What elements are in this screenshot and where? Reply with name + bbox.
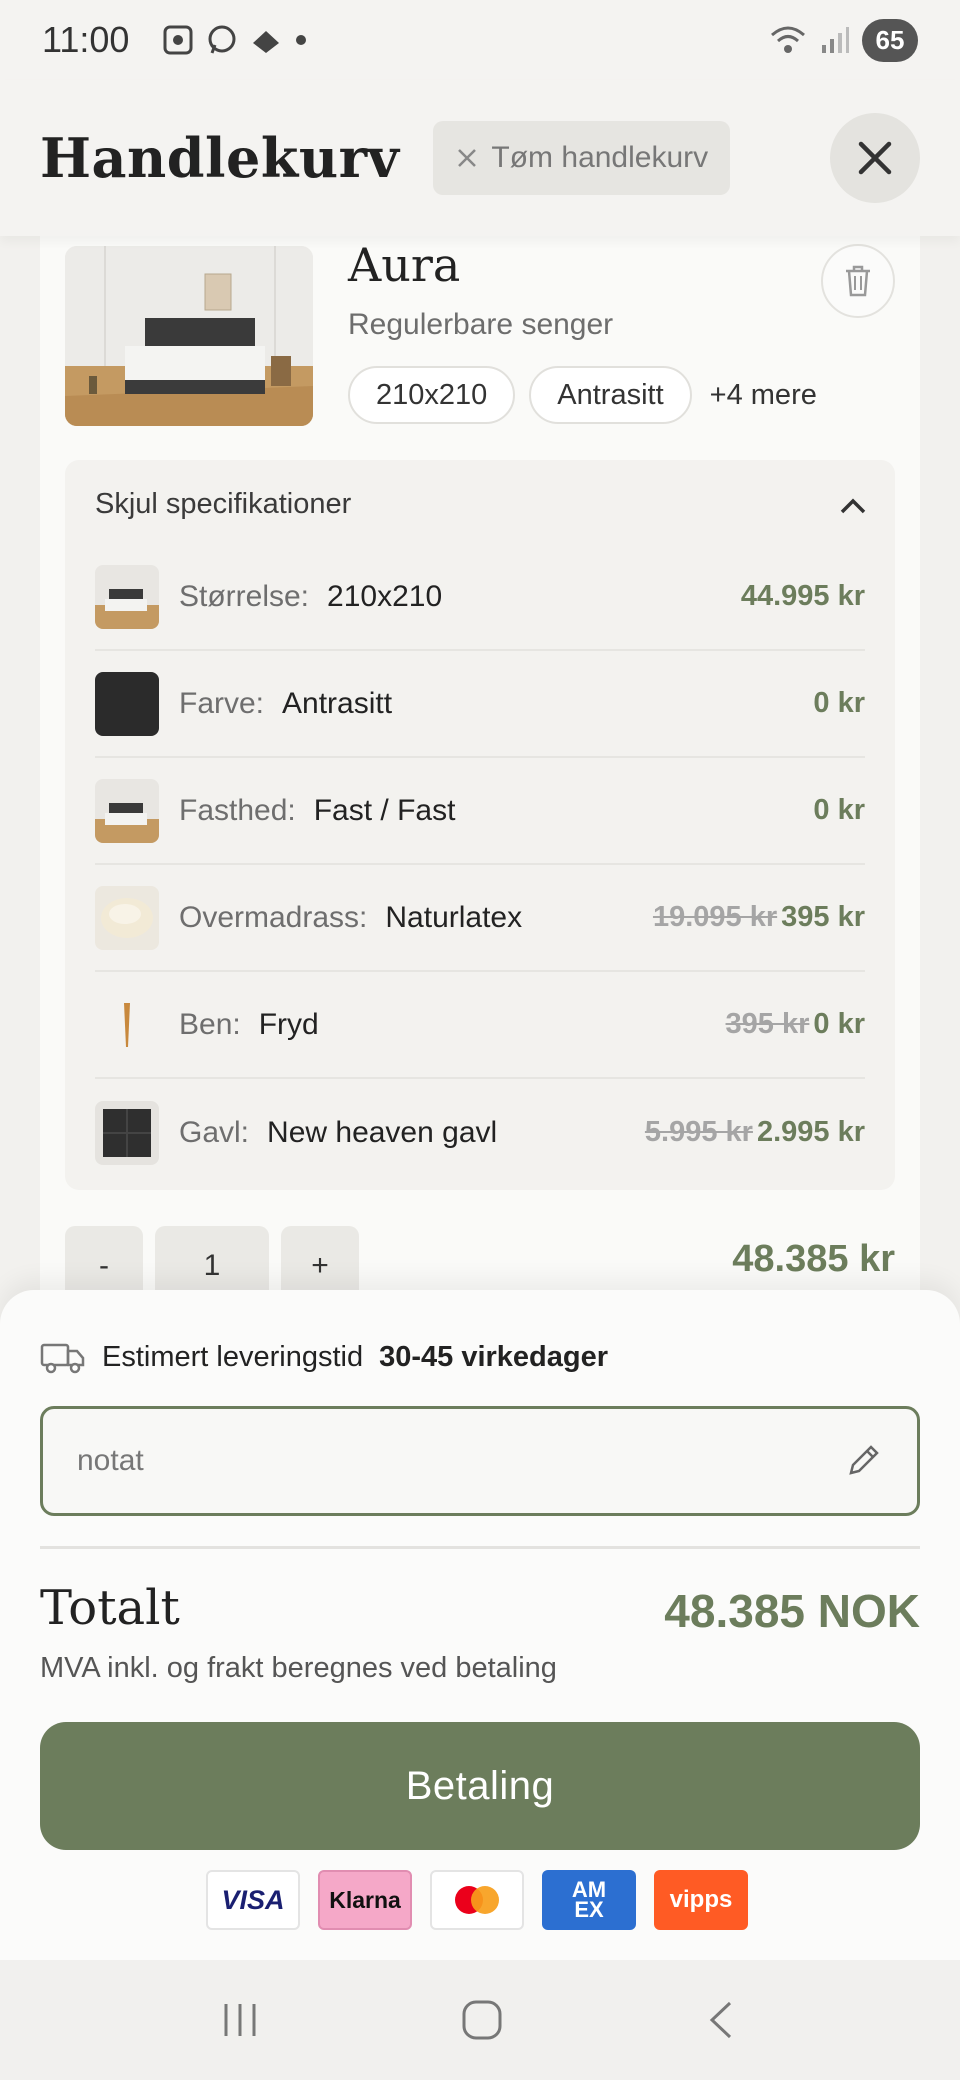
spec-label: Ben:: [179, 1007, 241, 1041]
specifications-panel: Skjul specifikationer Størrelse: 210x210…: [65, 460, 895, 1190]
cart-scroll-area[interactable]: Aura Regulerbare senger 210x210 Antrasit…: [0, 236, 960, 1290]
spec-row-topper: Overmadrass: Naturlatex 19.095 kr 395 kr: [95, 865, 865, 972]
spec-value: Fast / Fast: [313, 793, 456, 827]
clear-cart-label: Tøm handlekurv: [491, 141, 709, 174]
spec-label: Overmadrass:: [179, 900, 368, 934]
checkout-button[interactable]: Betaling: [40, 1722, 920, 1850]
app-icon: [253, 31, 280, 53]
spec-price: 19.095 kr 395 kr: [653, 901, 865, 934]
spec-row-color: Farve: Antrasitt 0 kr: [95, 651, 865, 758]
spec-price: 44.995 kr: [741, 580, 865, 613]
amex-line-2: EX: [574, 1897, 604, 1922]
product-option-chips: 210x210 Antrasitt +4 mere: [348, 366, 817, 424]
spec-value: Naturlatex: [385, 900, 523, 934]
spec-price: 0 kr: [813, 794, 865, 827]
whatsapp-icon: [208, 25, 236, 54]
pencil-icon[interactable]: [843, 1441, 883, 1481]
quantity-value[interactable]: 1: [155, 1226, 269, 1290]
spec-row-headboard: Gavl: New heaven gavl 5.995 kr 2.995 kr: [95, 1079, 865, 1186]
spec-value: 210x210: [327, 579, 443, 613]
chevron-up-icon[interactable]: [839, 496, 867, 516]
checkout-sheet: Estimert leveringstid 30-45 virkedager T…: [0, 1290, 960, 1960]
dot-icon: [296, 35, 307, 45]
spec-price: 5.995 kr 2.995 kr: [645, 1116, 865, 1149]
spec-current-price: 2.995 kr: [756, 1116, 865, 1148]
decrease-quantity-button[interactable]: -: [65, 1226, 143, 1290]
remove-item-button[interactable]: [821, 244, 895, 318]
delivery-time: 30-45 virkedager: [379, 1340, 609, 1373]
spec-price: 0 kr: [813, 687, 865, 720]
cart-header: Handlekurv Tøm handlekurv: [0, 80, 960, 236]
spec-price: 395 kr 0 kr: [726, 1008, 865, 1041]
line-total: 48.385 kr: [732, 1238, 895, 1280]
divider: [40, 1546, 920, 1549]
system-nav-bar: [0, 1960, 960, 2080]
vipps-logo: vipps: [654, 1870, 748, 1930]
product-name: Aura: [348, 238, 461, 292]
total-label: Totalt: [40, 1580, 180, 1636]
chip-color: Antrasitt: [529, 366, 692, 424]
spec-value: New heaven gavl: [267, 1115, 498, 1149]
spec-label: Størrelse:: [179, 579, 310, 613]
status-bar: 11:00 65: [0, 0, 960, 80]
spec-row-firmness: Fasthed: Fast / Fast 0 kr: [95, 758, 865, 865]
note-field[interactable]: [40, 1406, 920, 1516]
total-value: 48.385 NOK: [664, 1585, 920, 1637]
spec-old-price: 395 kr: [725, 1008, 810, 1040]
bed-image: [65, 246, 313, 426]
home-icon[interactable]: [459, 1997, 505, 2043]
spec-row-legs: Ben: Fryd 395 kr 0 kr: [95, 972, 865, 1079]
payment-methods: VISA Klarna AM EX vipps: [206, 1870, 748, 1930]
color-swatch: [95, 671, 159, 736]
close-small-icon: [458, 149, 477, 167]
close-icon: [858, 141, 892, 175]
wifi-icon: [771, 26, 805, 53]
page-title: Handlekurv: [40, 126, 400, 190]
chip-size: 210x210: [348, 366, 516, 424]
spec-value: Antrasitt: [282, 686, 393, 720]
spec-label: Farve:: [179, 686, 265, 720]
spec-label: Fasthed:: [179, 793, 296, 827]
spec-current-price: 0 kr: [813, 687, 865, 719]
signal-icon: [822, 27, 849, 53]
hide-specs-toggle[interactable]: Skjul specifikationer: [95, 488, 351, 521]
vat-note: MVA inkl. og frakt beregnes ved betaling: [40, 1652, 557, 1684]
firmness-thumbnail: [95, 778, 159, 843]
product-category: Regulerbare senger: [348, 308, 614, 341]
spec-value: Fryd: [258, 1007, 319, 1041]
spec-old-price: 19.095 kr: [652, 901, 778, 933]
spec-label: Gavl:: [179, 1115, 250, 1149]
size-thumbnail: [95, 564, 159, 629]
trash-icon: [846, 265, 870, 297]
visa-logo: VISA: [206, 1870, 300, 1930]
topper-thumbnail: [95, 885, 159, 950]
headboard-thumbnail: [95, 1100, 159, 1165]
note-input[interactable]: [77, 1444, 843, 1478]
status-time: 11:00: [42, 19, 130, 60]
clear-cart-button[interactable]: Tøm handlekurv: [433, 121, 731, 195]
recent-apps-icon[interactable]: [218, 1998, 262, 2042]
increase-quantity-button[interactable]: +: [281, 1226, 359, 1290]
spec-old-price: 5.995 kr: [644, 1116, 753, 1148]
spec-current-price: 44.995 kr: [740, 580, 865, 612]
mastercard-logo: [430, 1870, 524, 1930]
quantity-row: - 1 + 48.385 kr: [65, 1226, 895, 1290]
delivery-estimate: Estimert leveringstid 30-45 virkedager: [40, 1340, 608, 1374]
cart-item-card: Aura Regulerbare senger 210x210 Antrasit…: [40, 236, 920, 1290]
delivery-prefix: Estimert leveringstid: [102, 1340, 364, 1373]
truck-icon: [40, 1343, 85, 1374]
amex-logo: AM EX: [542, 1870, 636, 1930]
product-image[interactable]: [65, 246, 313, 426]
legs-thumbnail: [95, 992, 159, 1057]
more-options-label: +4 mere: [709, 378, 817, 411]
spec-current-price: 0 kr: [813, 794, 865, 826]
spec-current-price: 395 kr: [781, 901, 865, 933]
klarna-logo: Klarna: [318, 1870, 412, 1930]
back-icon[interactable]: [702, 1997, 742, 2043]
spec-current-price: 0 kr: [813, 1008, 865, 1040]
screenshot-icon: [163, 25, 193, 55]
battery-indicator: 65: [862, 18, 918, 62]
spec-row-size: Størrelse: 210x210 44.995 kr: [95, 544, 865, 651]
close-cart-button[interactable]: [830, 113, 920, 203]
